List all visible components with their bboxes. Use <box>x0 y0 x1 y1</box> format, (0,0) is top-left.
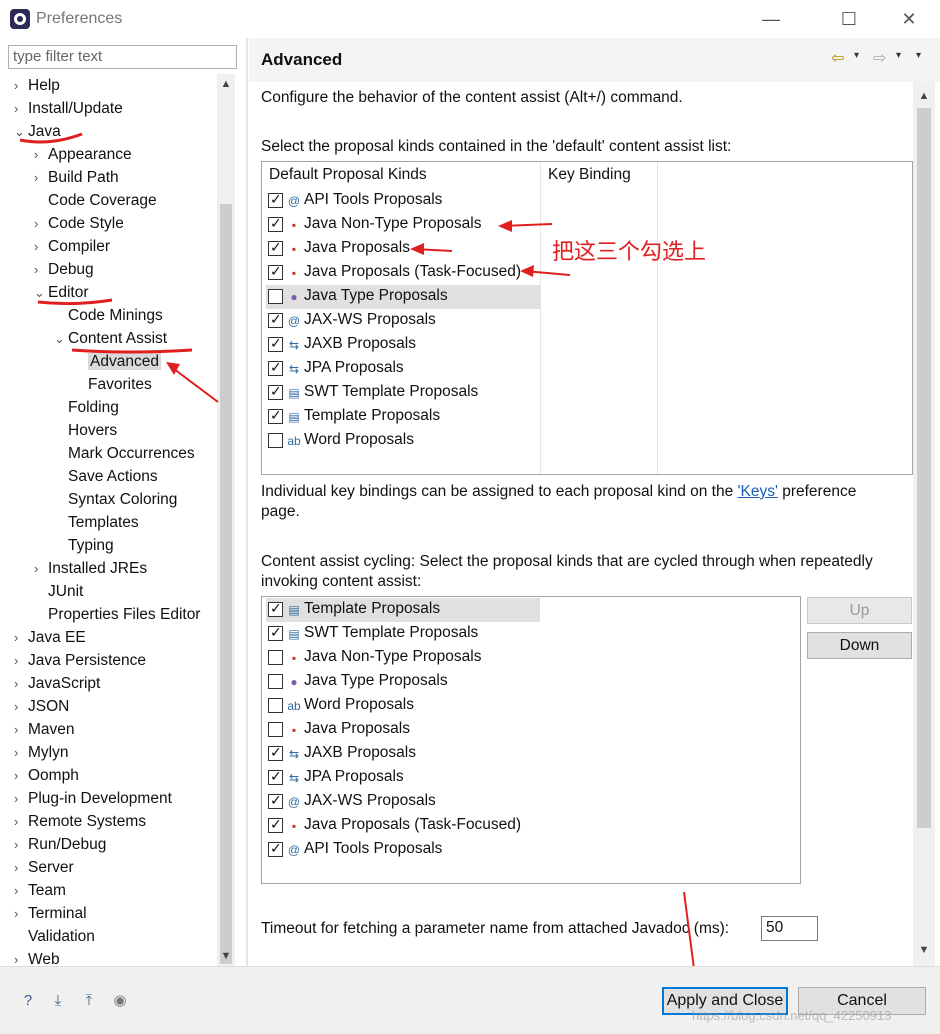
underline-editor <box>37 298 113 306</box>
underline-content-assist <box>71 348 193 354</box>
annotation-text: 把这三个勾选上 <box>552 240 707 265</box>
import-icon[interactable]: ⤓ <box>48 991 68 1011</box>
record-icon[interactable]: ◉ <box>110 991 130 1011</box>
arrow-task-focused-head <box>520 265 534 277</box>
arrow-advanced <box>169 365 219 403</box>
annotation-overlay <box>19 132 703 990</box>
underline-java <box>19 132 83 144</box>
arrow-java-head <box>410 243 424 255</box>
arrow-non-type-head <box>498 220 512 232</box>
watermark: https://blog.csdn.net/qq_42250913 <box>692 1008 892 1023</box>
button-bar: ? ⤓ ⤒ ◉ Apply and Close Cancel <box>0 966 940 1034</box>
help-icon[interactable]: ? <box>18 991 38 1011</box>
export-icon[interactable]: ⤒ <box>79 991 99 1011</box>
